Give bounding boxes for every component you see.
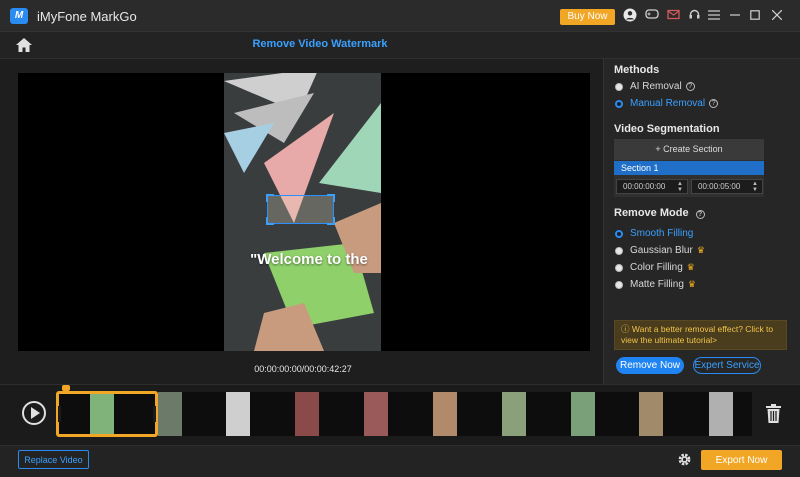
mode-color-filling[interactable]: Color Filling ♛ xyxy=(615,262,695,273)
thumbnail xyxy=(502,392,526,436)
segmentation-box: + Create Section Section 1 00:00:00:00 ▲… xyxy=(614,139,764,197)
crown-icon: ♛ xyxy=(686,262,695,272)
selection-corner[interactable] xyxy=(266,194,274,202)
end-time-input[interactable]: 00:00:05:00 ▲ ▼ xyxy=(691,179,763,194)
thumbnail xyxy=(433,392,457,436)
menu-icon[interactable] xyxy=(706,8,722,24)
tutorial-tip[interactable]: ⓘ Want a better removal effect? Click to… xyxy=(614,320,787,350)
video-frame: "Welcome to the xyxy=(224,73,381,351)
selection-corner[interactable] xyxy=(327,194,335,202)
thumbnail xyxy=(364,392,388,436)
video-preview: "Welcome to the xyxy=(18,73,590,351)
segmentation-title: Video Segmentation xyxy=(614,123,720,135)
create-section-button[interactable]: + Create Section xyxy=(614,139,764,160)
trash-icon[interactable] xyxy=(766,404,781,423)
buy-now-button[interactable]: Buy Now xyxy=(560,9,615,25)
help-icon[interactable]: ? xyxy=(695,210,705,219)
thumbnail xyxy=(639,392,663,436)
sub-header: Remove Video Watermark xyxy=(0,32,800,59)
thumbnail-strip[interactable] xyxy=(56,392,752,436)
expert-service-button[interactable]: Expert Service xyxy=(693,357,761,374)
radio-icon[interactable] xyxy=(615,263,623,272)
minimize-icon[interactable] xyxy=(727,8,743,24)
help-icon[interactable]: ? xyxy=(709,99,719,108)
replace-video-button[interactable]: Replace Video xyxy=(18,450,89,469)
remove-now-button[interactable]: Remove Now xyxy=(616,357,684,374)
thumbnail xyxy=(571,392,595,436)
section-item[interactable]: Section 1 xyxy=(614,161,764,175)
method-manual-removal[interactable]: Manual Removal ? xyxy=(615,98,719,109)
radio-icon[interactable] xyxy=(615,280,623,289)
export-now-button[interactable]: Export Now xyxy=(701,450,782,470)
radio-icon[interactable] xyxy=(615,82,623,91)
range-right-handle[interactable] xyxy=(153,406,156,422)
radio-icon[interactable] xyxy=(615,246,623,255)
mail-icon[interactable] xyxy=(665,8,681,24)
video-overlay-text: "Welcome to the xyxy=(250,251,368,268)
thumbnail xyxy=(295,392,319,436)
radio-icon[interactable] xyxy=(615,99,623,108)
segment-range-handle[interactable] xyxy=(56,391,158,437)
bottom-bar: Replace Video Export Now xyxy=(0,446,800,477)
info-icon: ⓘ xyxy=(621,324,630,334)
watermark-selection-box[interactable] xyxy=(266,194,335,225)
mode-smooth-filling[interactable]: Smooth Filling xyxy=(615,228,693,239)
selection-corner[interactable] xyxy=(266,217,274,225)
page-title: Remove Video Watermark xyxy=(252,38,388,50)
range-left-handle[interactable] xyxy=(58,406,61,422)
method-ai-removal[interactable]: AI Removal ? xyxy=(615,81,695,92)
settings-panel: Methods AI Removal ? Manual Removal ? Vi… xyxy=(603,59,800,384)
time-readout: 00:00:00:00/00:00:42:27 xyxy=(254,364,352,374)
title-bar: M iMyFone MarkGo Buy Now xyxy=(0,0,800,32)
help-icon[interactable]: ? xyxy=(685,82,695,91)
radio-icon[interactable] xyxy=(615,229,623,238)
account-icon[interactable] xyxy=(622,8,638,24)
mode-matte-filling[interactable]: Matte Filling ♛ xyxy=(615,279,696,290)
start-time-input[interactable]: 00:00:00:00 ▲ ▼ xyxy=(616,179,688,194)
stepper-icon[interactable]: ▲ ▼ xyxy=(677,181,683,193)
app-logo: M xyxy=(10,8,28,24)
crown-icon: ♛ xyxy=(696,245,705,255)
mode-gaussian-blur[interactable]: Gaussian Blur ♛ xyxy=(615,245,705,256)
thumbnail xyxy=(709,392,733,436)
gamepad-icon[interactable] xyxy=(644,8,660,24)
remove-mode-title: Remove Mode ? xyxy=(614,207,705,219)
thumbnail xyxy=(226,392,250,436)
methods-title: Methods xyxy=(614,64,660,76)
play-icon[interactable] xyxy=(22,401,46,425)
timeline xyxy=(0,384,800,446)
selection-corner[interactable] xyxy=(327,217,335,225)
stepper-icon[interactable]: ▲ ▼ xyxy=(752,181,758,193)
playhead[interactable] xyxy=(62,385,70,391)
maximize-icon[interactable] xyxy=(747,8,763,24)
thumbnail xyxy=(158,392,182,436)
support-icon[interactable] xyxy=(686,8,702,24)
gear-icon[interactable] xyxy=(677,452,692,467)
crown-icon: ♛ xyxy=(687,279,696,289)
close-icon[interactable] xyxy=(769,8,785,24)
app-title: iMyFone MarkGo xyxy=(37,9,137,24)
